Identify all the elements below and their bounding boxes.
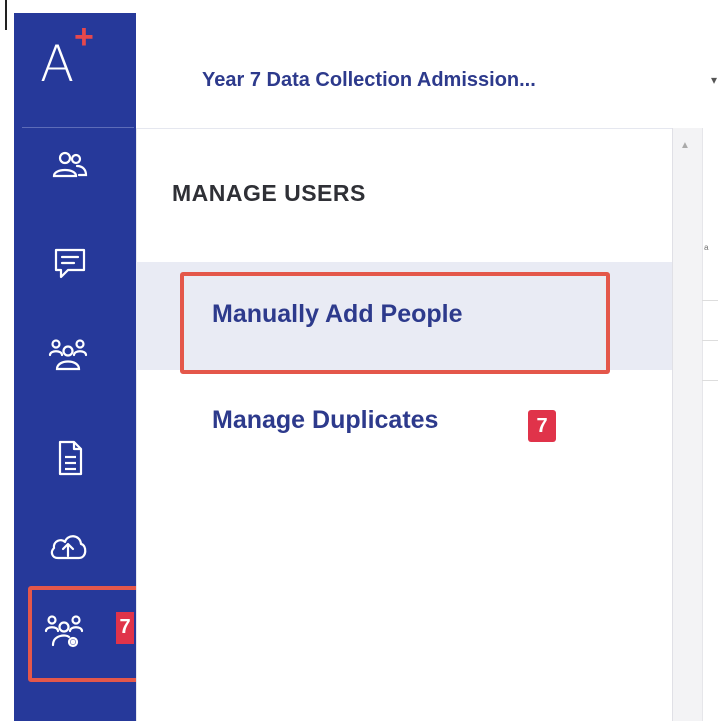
content-edge [702, 128, 718, 721]
top-bar: Year 7 Data Collection Admission... ▾ [136, 13, 718, 128]
divider [702, 340, 718, 341]
section-title: MANAGE USERS [172, 180, 366, 206]
groups-icon[interactable] [48, 336, 88, 376]
scroll-up-icon[interactable]: ▲ [680, 140, 690, 151]
cloud-upload-icon[interactable] [48, 526, 88, 566]
duplicates-count-badge: 7 [528, 410, 556, 442]
logo-letter: A [40, 35, 75, 93]
window-edge-line [5, 0, 7, 30]
divider [702, 300, 718, 301]
dataset-selector[interactable]: Year 7 Data Collection Admission... [202, 69, 536, 92]
divider [702, 380, 718, 381]
content-edge-mark: ᵃ [704, 242, 709, 256]
window-left-edge [0, 0, 14, 721]
panel-scrollbar[interactable] [672, 128, 702, 721]
chevron-down-icon[interactable]: ▾ [711, 73, 717, 87]
chat-icon[interactable] [50, 244, 90, 284]
users-icon[interactable] [50, 148, 90, 188]
menu-item-manage-duplicates[interactable]: Manage Duplicates [212, 406, 438, 435]
annotation-highlight-menu [180, 272, 610, 374]
logo-plus: + [74, 18, 94, 56]
app-logo[interactable]: A + [40, 20, 100, 96]
document-icon[interactable] [50, 438, 90, 478]
sidebar-divider [22, 127, 134, 128]
